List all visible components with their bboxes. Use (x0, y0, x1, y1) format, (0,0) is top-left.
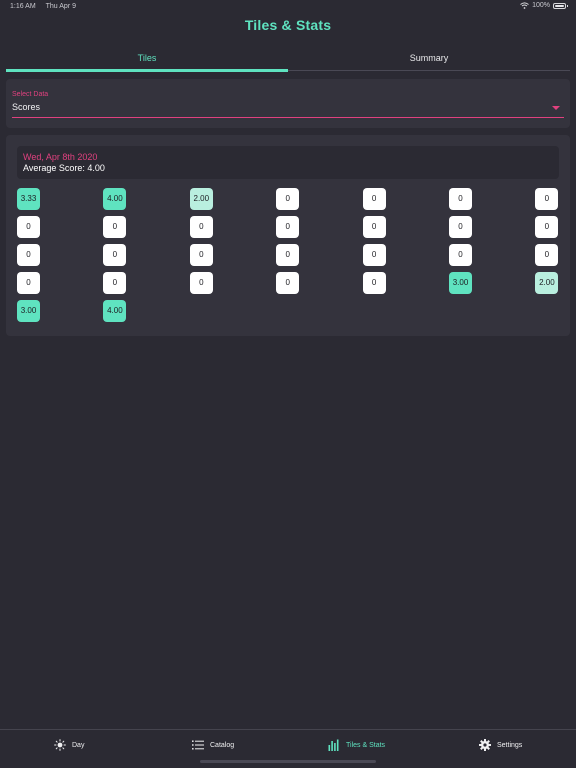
bar-chart-icon (328, 739, 339, 751)
score-tile[interactable]: 0 (362, 244, 386, 266)
score-tile[interactable]: 0 (276, 216, 300, 238)
select-data-dropdown[interactable]: Scores (12, 102, 40, 112)
wifi-icon (520, 2, 529, 9)
score-tile[interactable]: 0 (189, 244, 213, 266)
date-summary-panel: Wed, Apr 8th 2020 Average Score: 4.00 (17, 146, 559, 179)
status-bar: 1:16 AM Thu Apr 9 100% (0, 0, 576, 14)
score-tile[interactable]: 0 (276, 188, 300, 210)
nav-settings-label: Settings (497, 741, 523, 749)
score-tile[interactable]: 0 (276, 272, 300, 294)
score-tile[interactable]: 0 (535, 216, 559, 238)
score-tile[interactable]: 0 (276, 244, 300, 266)
page-title: Tiles & Stats (244, 17, 332, 33)
battery-icon (553, 2, 568, 9)
score-tile[interactable]: 4.00 (103, 188, 127, 210)
score-tile[interactable]: 0 (17, 216, 40, 238)
score-tile[interactable]: 0 (103, 244, 127, 266)
segment-tabs: Tiles Summary (6, 44, 570, 72)
score-tile[interactable]: 0 (535, 188, 559, 210)
score-tile[interactable]: 0 (189, 272, 213, 294)
home-indicator (200, 760, 376, 763)
average-score: Average Score: 4.00 (23, 163, 105, 173)
list-icon (192, 740, 204, 750)
battery-percent: 100% (532, 2, 550, 9)
nav-catalog[interactable]: Catalog (192, 738, 234, 752)
select-data-card: Select Data Scores (6, 79, 570, 128)
score-tile[interactable]: 0 (362, 216, 386, 238)
score-tile[interactable]: 0 (535, 244, 559, 266)
tab-summary[interactable]: Summary (288, 44, 570, 72)
tiles-card: Wed, Apr 8th 2020 Average Score: 4.00 3.… (6, 135, 570, 336)
tab-tiles[interactable]: Tiles (6, 44, 288, 72)
score-tile[interactable]: 0 (362, 272, 386, 294)
tab-divider (288, 70, 570, 71)
score-tile[interactable]: 2.00 (535, 272, 559, 294)
score-tile[interactable]: 0 (449, 188, 472, 210)
dropdown-arrow-icon[interactable] (552, 106, 560, 110)
status-time: 1:16 AM (10, 3, 36, 10)
select-underline (12, 117, 564, 118)
score-tile[interactable]: 3.33 (17, 188, 40, 210)
active-tab-indicator (6, 69, 288, 72)
score-tile[interactable]: 2.00 (189, 188, 213, 210)
nav-catalog-label: Catalog (210, 741, 235, 749)
score-tile[interactable]: 0 (362, 188, 386, 210)
score-tile[interactable]: 0 (449, 216, 472, 238)
nav-day-label: Day (72, 741, 85, 749)
nav-tiles-stats[interactable]: Tiles & Stats (328, 738, 385, 752)
score-tile[interactable]: 0 (17, 244, 40, 266)
score-tile[interactable]: 0 (103, 216, 127, 238)
nav-day[interactable]: Day (54, 738, 84, 752)
selected-date: Wed, Apr 8th 2020 (23, 152, 98, 162)
nav-settings[interactable]: Settings (479, 738, 522, 752)
select-label: Select Data (12, 91, 49, 98)
score-tile[interactable]: 3.00 (17, 300, 40, 322)
status-right: 100% (520, 2, 568, 9)
score-tile[interactable]: 0 (189, 216, 213, 238)
nav-tiles-stats-label: Tiles & Stats (346, 741, 386, 749)
score-tile[interactable]: 0 (449, 244, 472, 266)
score-tile[interactable]: 0 (17, 272, 40, 294)
score-tile[interactable]: 4.00 (103, 300, 127, 322)
status-left: 1:16 AM Thu Apr 9 (10, 3, 76, 10)
score-tile[interactable]: 0 (103, 272, 127, 294)
score-tile[interactable]: 3.00 (449, 272, 472, 294)
sun-icon (54, 739, 66, 751)
status-date: Thu Apr 9 (45, 3, 76, 10)
gear-icon (479, 739, 491, 751)
